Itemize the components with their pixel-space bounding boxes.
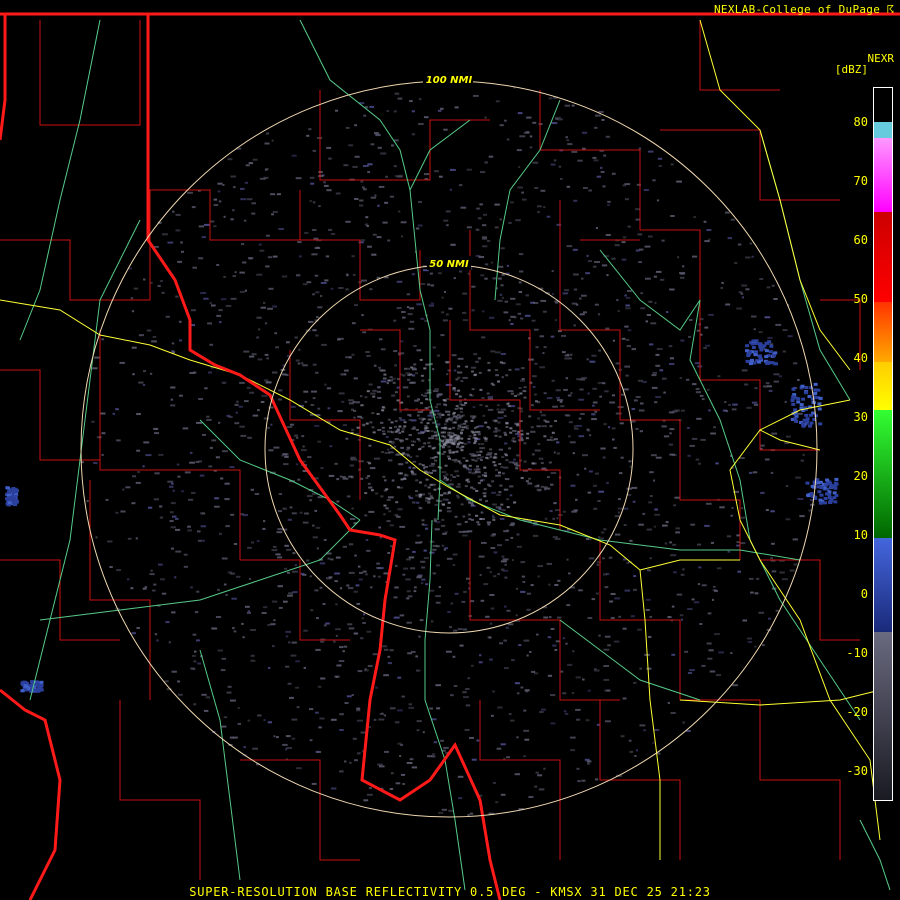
- cb-black-top: [874, 88, 892, 122]
- cb-cyan: [874, 122, 892, 138]
- tick-60: 60: [853, 233, 868, 247]
- tick-80: 80: [853, 115, 868, 129]
- tick-minus-20: -20: [846, 705, 868, 719]
- tick-70: 70: [853, 174, 868, 188]
- cb-yellow: [874, 362, 892, 410]
- credit-label: NEXLAB-College of DuPage ☈: [714, 3, 894, 16]
- product-label: NEXR: [867, 52, 895, 65]
- cb-orange: [874, 302, 892, 362]
- tick-50: 50: [853, 292, 868, 306]
- tick-minus-10: -10: [846, 646, 868, 660]
- cb-blue: [874, 538, 892, 632]
- cb-green: [874, 410, 892, 538]
- tick-40: 40: [853, 351, 868, 365]
- radar-map: 100 NMI 50 NMI: [0, 0, 900, 900]
- cb-magenta: [874, 138, 892, 212]
- tick-10: 10: [853, 528, 868, 542]
- cb-gray: [874, 632, 892, 800]
- tick-30: 30: [853, 410, 868, 424]
- reflectivity-color-scale: [873, 87, 893, 801]
- units-label: [dBZ]: [834, 63, 868, 76]
- ring-label-100: 100 NMI: [426, 75, 473, 86]
- cb-red: [874, 212, 892, 302]
- ring-label-50: 50 NMI: [429, 259, 469, 270]
- tick-0: 0: [860, 587, 868, 601]
- tick-20: 20: [853, 469, 868, 483]
- tick-minus-30: -30: [846, 764, 868, 778]
- product-caption: SUPER-RESOLUTION BASE REFLECTIVITY 0.5 D…: [189, 885, 711, 899]
